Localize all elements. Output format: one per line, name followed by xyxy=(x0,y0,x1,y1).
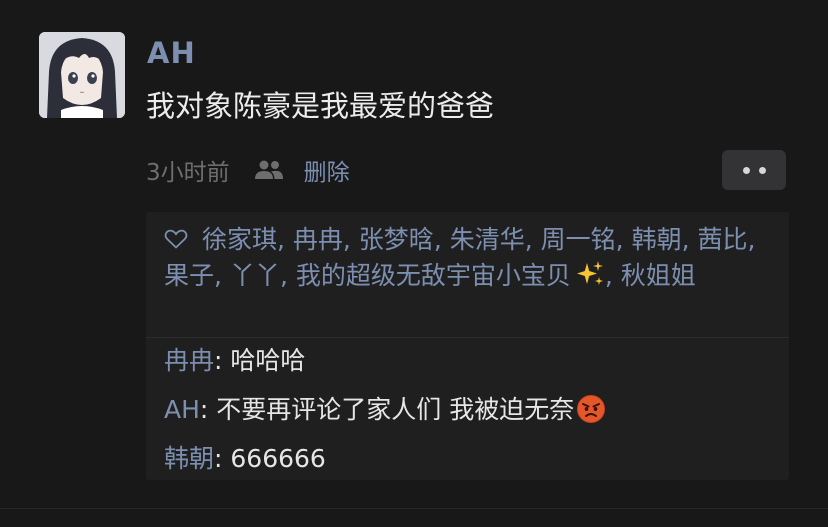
comment-row[interactable]: 冉冉: 哈哈哈 xyxy=(164,344,305,378)
liker-name[interactable]: 张梦晗 xyxy=(359,225,434,254)
liker-name[interactable]: 韩朝 xyxy=(632,225,682,254)
angry-face-icon xyxy=(576,394,606,424)
more-options-button[interactable] xyxy=(722,150,786,190)
liker-separator: , xyxy=(342,225,359,254)
comment-row[interactable]: AH: 不要再评论了家人们 我被迫无奈 xyxy=(164,393,606,427)
sparkles-icon xyxy=(575,259,605,289)
friends-icon[interactable] xyxy=(254,159,284,181)
post-text: 我对象陈豪是我最爱的爸爸 xyxy=(146,89,495,123)
liker-separator: , xyxy=(214,261,230,290)
liker-name[interactable]: 秋姐姐 xyxy=(621,261,696,290)
comment-colon: : xyxy=(214,444,231,473)
liker-name[interactable]: 茜比 xyxy=(697,225,747,254)
comment-row[interactable]: 韩朝: 666666 xyxy=(164,442,326,476)
post-meta: 3小时前 删除 xyxy=(146,154,350,186)
avatar[interactable] xyxy=(39,32,125,118)
avatar-anime-girl-image xyxy=(39,32,125,118)
liker-separator: , xyxy=(681,225,698,254)
liker-separator: , xyxy=(615,225,632,254)
likes-list: 徐家琪, 冉冉, 张梦晗, 朱清华, 周一铭, 韩朝, 茜比, 果子, 丫丫, … xyxy=(164,222,779,294)
divider xyxy=(146,337,789,338)
comment-colon: : xyxy=(214,346,231,375)
two-dots-icon xyxy=(742,166,750,174)
liker-name[interactable]: 周一铭 xyxy=(541,225,616,254)
post-author[interactable]: AH xyxy=(147,36,196,70)
comment-author[interactable]: 冉冉 xyxy=(164,346,214,375)
liker-name[interactable]: 徐家琪 xyxy=(202,225,277,254)
comment-text: 不要再评论了家人们 我被迫无奈 xyxy=(216,395,575,424)
post-time: 3小时前 xyxy=(146,160,230,186)
liker-name[interactable]: 果子 xyxy=(164,261,214,290)
heart-outline-icon xyxy=(164,223,188,249)
liker-name[interactable]: 冉冉 xyxy=(293,225,343,254)
liker-separator: , xyxy=(747,225,756,254)
comment-author[interactable]: AH xyxy=(164,395,200,424)
comment-text: 哈哈哈 xyxy=(230,346,306,375)
liker-separator: , xyxy=(604,261,621,290)
liker-separator: , xyxy=(279,261,296,290)
liker-separator: , xyxy=(524,225,541,254)
delete-button[interactable]: 删除 xyxy=(304,153,350,187)
comment-text: 666666 xyxy=(230,444,326,473)
liker-name[interactable]: 丫丫 xyxy=(230,261,280,290)
liker-separator: , xyxy=(433,225,450,254)
liker-name[interactable]: 朱清华 xyxy=(450,225,525,254)
comment-author[interactable]: 韩朝 xyxy=(164,444,214,473)
liker-separator: , xyxy=(276,225,293,254)
two-dots-icon xyxy=(758,166,766,174)
likes-comments-panel: 徐家琪, 冉冉, 张梦晗, 朱清华, 周一铭, 韩朝, 茜比, 果子, 丫丫, … xyxy=(146,212,789,480)
comment-colon: : xyxy=(199,395,217,424)
bottom-divider xyxy=(0,508,828,509)
liker-name[interactable]: 我的超级无敌宇宙小宝贝 xyxy=(296,261,571,290)
